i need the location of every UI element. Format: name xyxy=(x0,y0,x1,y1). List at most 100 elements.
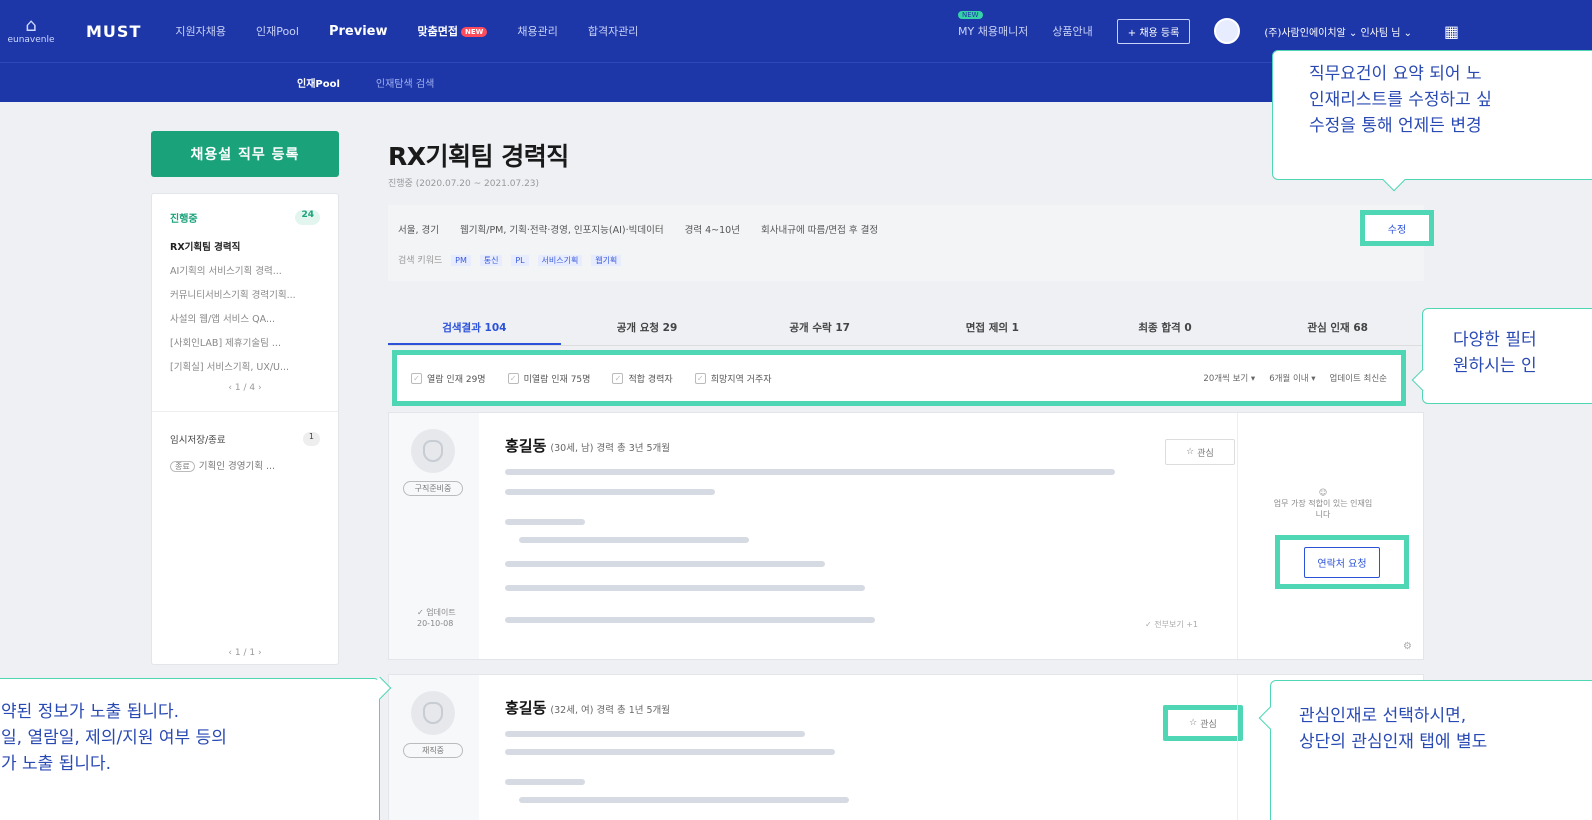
note-text: 업무 가장 적합이 있는 인재입니다 xyxy=(1273,499,1373,519)
req-salary: 회사내규에 따름/면접 후 결정 xyxy=(761,225,879,236)
nav-interview[interactable]: 맞춤면접 NEW xyxy=(417,23,488,39)
nav-interview-label: 맞춤면접 xyxy=(417,25,458,38)
result-tabs: 검색결과 104 공개 요청 29 공개 수락 17 면접 제의 1 최종 합격… xyxy=(388,310,1424,346)
tab-search-results[interactable]: 검색결과 104 xyxy=(388,310,561,345)
candidate-name[interactable]: 홍길동 (30세, 남) 경력 총 3년 5개월 xyxy=(505,435,670,456)
product-info-link[interactable]: 상품안내 xyxy=(1052,23,1092,39)
candidate-name-text: 홍길동 xyxy=(505,699,547,717)
tab-final-pass[interactable]: 최종 합격 0 xyxy=(1079,310,1252,345)
callout-line: 일, 열람일, 제의/지원 여부 등의 xyxy=(1,728,227,748)
star-icon: ☆ xyxy=(1189,718,1198,728)
job-list-item[interactable]: [기획실] 서비스기획, UX/U... xyxy=(170,359,320,373)
updated-date: 20-10-08 xyxy=(417,619,454,628)
job-summary: 서울, 경기 웹기획/PM, 기획·전략·경영, 인포지능(AI)·빅데이터 경… xyxy=(388,205,1424,281)
candidate-card[interactable]: 구직준비중 ✓ 업데이트 20-10-08 홍길동 (30세, 남) 경력 총 3년… xyxy=(388,412,1424,660)
card-divider xyxy=(1237,413,1238,659)
nav-talent-pool[interactable]: 인재Pool xyxy=(256,23,299,39)
temp-header: 임시저장/종료 1 xyxy=(170,432,320,446)
temp-item[interactable]: 종료 기획인 경영기획 ... xyxy=(170,458,320,472)
user-icon: ☺ xyxy=(1318,488,1328,497)
candidate-name[interactable]: 홍길동 (32세, 여) 경력 총 1년 5개월 xyxy=(505,697,670,718)
callout-line: 인재리스트를 수정하고 싶 xyxy=(1309,90,1492,110)
tab-interest[interactable]: 관심 인재 68 xyxy=(1251,310,1424,345)
job-period: 진행중 (2020.07.20 ~ 2021.07.23) xyxy=(388,179,540,189)
filter-label: 미열람 인재 75명 xyxy=(523,374,591,385)
person-icon xyxy=(423,702,443,724)
my-manager-label: MY 채용매니저 xyxy=(958,25,1029,38)
ongoing-count: 24 xyxy=(295,210,320,225)
callout-interest: 관심인재로 선택하시면, 상단의 관심인재 탭에 별도 xyxy=(1270,680,1592,820)
job-list-item[interactable]: [사회인LAB] 제휴기술팀 ... xyxy=(170,335,320,349)
home-button[interactable]: ⌂ eunavenle xyxy=(0,0,62,62)
candidate-meta: (30세, 남) 경력 총 3년 5개월 xyxy=(550,443,671,454)
keyword-chip: PL xyxy=(511,255,529,266)
callout-line: 상단의 관심인재 탭에 별도 xyxy=(1299,732,1488,752)
job-list-item[interactable]: AI기획의 서비스기획 경력... xyxy=(170,263,320,277)
nav-pass-manage[interactable]: 합격자관리 xyxy=(588,23,639,39)
job-list-item[interactable]: 사설의 웹/앱 서비스 QA... xyxy=(170,311,320,325)
filter-fit-career[interactable]: ✓ 적합 경력자 xyxy=(612,372,673,385)
keyword-label: 검색 키워드 xyxy=(398,256,443,266)
job-requirements: 서울, 경기 웹기획/PM, 기획·전략·경영, 인포지능(AI)·빅데이터 경… xyxy=(398,222,896,236)
callout-line: 약된 정보가 노출 됩니다. xyxy=(1,702,180,722)
temp-count: 1 xyxy=(302,432,320,446)
nav-preview[interactable]: Preview xyxy=(329,24,388,39)
job-list-item[interactable]: RX기획팀 경력직 xyxy=(170,239,320,253)
per-page-select[interactable]: 20개씩 보기 ▾ xyxy=(1203,372,1255,384)
job-list-pager[interactable]: ‹ 1 / 4 › xyxy=(170,383,320,393)
interest-label: 관심 xyxy=(1197,448,1214,459)
divider xyxy=(152,411,338,412)
keyword-chip: PM xyxy=(451,255,471,266)
company-menu[interactable]: (주)사람인에이치알 ⌄ 인사팀 님 ⌄ xyxy=(1264,24,1412,39)
interest-button[interactable]: ☆ 관심 xyxy=(1163,705,1243,741)
checkbox-icon: ✓ xyxy=(694,372,706,384)
subtab-talent-pool[interactable]: 인재Pool xyxy=(297,75,340,90)
keyword-chip: 통신 xyxy=(479,255,503,266)
temp-pager[interactable]: ‹ 1 / 1 › xyxy=(152,648,338,658)
candidate-note: ☺ 업무 가장 적합이 있는 인재입니다 xyxy=(1271,487,1375,520)
keyword-chip: 서비스기획 xyxy=(537,255,583,266)
brand-logo[interactable]: MUST xyxy=(86,22,141,41)
contact-request-button[interactable]: 연락처 요청 xyxy=(1275,535,1409,589)
checkbox-icon: ✓ xyxy=(612,372,624,384)
view-all-link[interactable]: ✓ 전부보기 +1 xyxy=(1145,619,1198,630)
filter-viewed[interactable]: ✓ 열람 인재 29명 xyxy=(411,372,486,385)
period-select[interactable]: 6개월 이내 ▾ xyxy=(1269,372,1315,384)
candidate-status: 구직준비중 xyxy=(403,481,463,496)
callout-line: 수정을 통해 언제든 변경 xyxy=(1309,116,1482,136)
period-value: 6개월 이내 xyxy=(1269,374,1309,384)
nav-recruit-manage[interactable]: 채용관리 xyxy=(517,23,557,39)
callout-line: 다양한 필터 xyxy=(1453,330,1537,350)
sort-select[interactable]: 업데이트 최신순 xyxy=(1330,372,1387,384)
callout-job-summary: 직무요건이 요약 되어 노 인재리스트를 수정하고 싶 수정을 통해 언제든 변… xyxy=(1272,50,1592,180)
job-list-panel: 진행중 24 RX기획팀 경력직 AI기획의 서비스기획 경력... 커뮤니티서… xyxy=(151,193,339,665)
my-new-tag: NEW xyxy=(958,11,983,19)
register-recruit-button[interactable]: + 채용 등록 xyxy=(1116,18,1191,44)
tab-interview-offer[interactable]: 면접 제의 1 xyxy=(906,310,1079,345)
nav-applicant[interactable]: 지원자채용 xyxy=(175,23,226,39)
home-label: eunavenle xyxy=(7,35,55,45)
filter-unviewed[interactable]: ✓ 미열람 인재 75명 xyxy=(507,372,591,385)
register-job-button[interactable]: 채용설 직무 등록 xyxy=(151,131,339,177)
page-title: RX기획팀 경력직 xyxy=(388,142,569,171)
interest-button[interactable]: ☆ 관심 xyxy=(1165,439,1235,465)
interest-label: 관심 xyxy=(1200,719,1217,730)
subtab-search[interactable]: 인재탐색 검색 xyxy=(376,75,434,90)
my-manager-link[interactable]: NEW MY 채용매니저 xyxy=(958,11,1029,39)
req-category: 웹기획/PM, 기획·전략·경영, 인포지능(AI)·빅데이터 xyxy=(460,225,664,236)
tab-open-request[interactable]: 공개 요청 29 xyxy=(561,310,734,345)
candidate-updated: ✓ 업데이트 20-10-08 xyxy=(417,607,456,629)
candidate-name-text: 홍길동 xyxy=(505,437,547,455)
tab-open-accept[interactable]: 공개 수락 17 xyxy=(733,310,906,345)
checkbox-icon: ✓ xyxy=(411,372,422,384)
contact-request-label: 연락처 요청 xyxy=(1304,546,1380,578)
settings-icon[interactable]: ⚙ xyxy=(1403,641,1412,652)
filter-label: 적합 경력자 xyxy=(628,374,673,385)
candidate-card[interactable]: 재직중 홍길동 (32세, 여) 경력 총 1년 5개월 ☆ 관심 xyxy=(388,674,1424,820)
keyword-row: 검색 키워드 PM 통신 PL 서비스기획 웹기획 xyxy=(398,253,622,266)
filter-region[interactable]: ✓ 희망지역 거주자 xyxy=(694,372,772,385)
company-avatar[interactable] xyxy=(1214,18,1241,44)
edit-job-button[interactable]: 수정 xyxy=(1360,210,1434,246)
grid-menu-icon[interactable]: ▦ xyxy=(1444,22,1459,41)
job-list-item[interactable]: 커뮤니티서비스기획 경력기획... xyxy=(170,287,320,301)
